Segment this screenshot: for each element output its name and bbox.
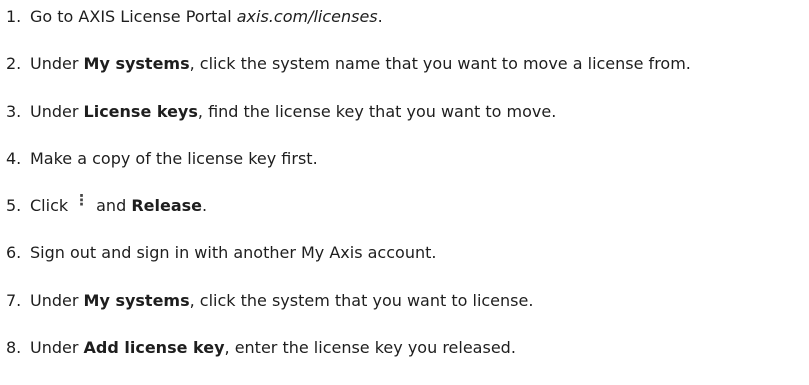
step-number: 5. (6, 196, 22, 216)
step-number: 3. (6, 101, 22, 121)
step-6: 6. Sign out and sign in with another My A… (6, 241, 809, 288)
step-text: Under (30, 338, 84, 358)
step-5: 5. Click ⋮ and Release. (6, 191, 809, 241)
step-number: 2. (6, 54, 22, 74)
step-text: , click the system name that you want to… (189, 54, 691, 74)
step-number: 1. (6, 7, 22, 26)
step-7: 7. Under My systems, click the system tha… (6, 289, 809, 336)
step-2: 2. Under My systems, click the system nam… (6, 52, 809, 99)
step-text: . (202, 196, 208, 216)
ui-term: License keys (83, 101, 198, 121)
step-text: . (377, 7, 383, 26)
step-text: Under (30, 290, 84, 310)
step-3: 3. Under License keys, find the license k… (6, 100, 809, 147)
step-text: Click (30, 196, 69, 216)
step-text: , find the license key that you want to … (197, 101, 557, 121)
step-number: 6. (6, 243, 22, 263)
step-text: Make a copy of the license key first. (30, 148, 318, 168)
step-4: 4. Make a copy of the license key first. (6, 147, 809, 194)
ui-term: My systems (83, 290, 190, 310)
step-number: 8. (6, 338, 22, 358)
step-number: 7. (6, 290, 22, 310)
portal-link[interactable]: axis.com/licenses (237, 7, 378, 26)
step-text: , click the system that you want to lice… (189, 290, 534, 310)
step-text: Under (30, 54, 84, 74)
step-text: Sign out and sign in with another My Axi… (30, 243, 437, 263)
ui-term: My systems (83, 54, 190, 74)
step-text: Go to AXIS License Portal (30, 7, 237, 26)
step-text: Under (30, 101, 84, 121)
step-8: 8. Under Add license key, enter the licen… (6, 336, 809, 383)
step-1: 1. Go to AXIS License Portal axis.com/lic… (6, 5, 809, 52)
step-number: 4. (6, 148, 22, 168)
step-text: and (96, 196, 132, 216)
more-options-vertical-icon: ⋮ (74, 191, 90, 210)
ui-term: Release (131, 196, 202, 216)
ui-term: Add license key (83, 338, 225, 358)
instruction-list: 1. Go to AXIS License Portal axis.com/lic… (6, 5, 809, 383)
step-text: , enter the license key you released. (224, 338, 516, 358)
